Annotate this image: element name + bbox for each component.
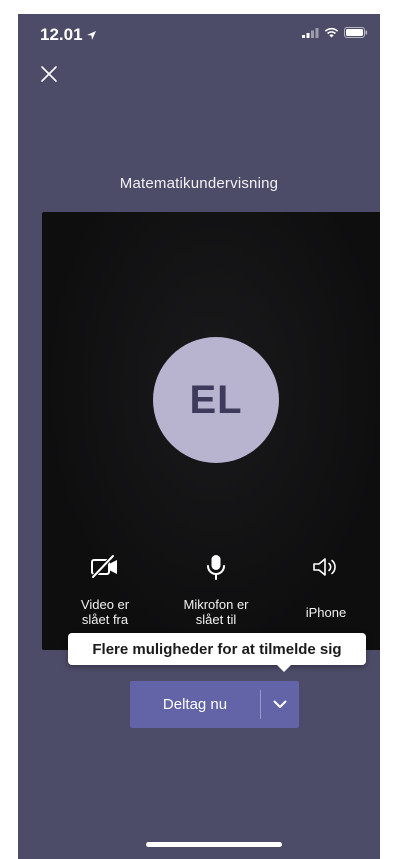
- avatar-initials: EL: [189, 377, 243, 422]
- tooltip-text: Flere muligheder for at tilmelde sig: [92, 640, 342, 658]
- audio-output-label: iPhone: [305, 605, 347, 620]
- signal-icon: [302, 28, 319, 38]
- join-options-dropdown[interactable]: [261, 681, 299, 728]
- home-indicator[interactable]: [146, 842, 282, 847]
- avatar: EL: [153, 337, 279, 463]
- video-toggle-label-1: Video er: [80, 597, 130, 612]
- location-arrow-icon: [86, 30, 96, 40]
- meeting-title: Matematikundervisning: [119, 175, 279, 192]
- status-time: 12.01: [40, 25, 97, 45]
- video-toggle-label-2: slået fra: [81, 612, 129, 627]
- close-button[interactable]: [38, 63, 60, 85]
- video-toggle[interactable]: Video er slået fra: [50, 552, 160, 627]
- join-now-button[interactable]: Deltag nu: [130, 681, 260, 728]
- join-now-label: Deltag nu: [162, 696, 228, 713]
- audio-output-button[interactable]: iPhone: [271, 552, 380, 620]
- close-icon: [41, 66, 57, 82]
- join-button-group: Deltag nu: [130, 681, 299, 728]
- microphone-toggle[interactable]: Mikrofon er slået til: [161, 552, 271, 627]
- tooltip-arrow: [276, 664, 292, 672]
- status-icons: [302, 27, 368, 38]
- microphone-toggle-label-1: Mikrofon er: [183, 597, 249, 612]
- join-options-tooltip: Flere muligheder for at tilmelde sig: [68, 633, 366, 665]
- speaker-icon: [313, 558, 336, 576]
- chevron-down-icon: [273, 700, 287, 708]
- status-time-text: 12.01: [40, 25, 83, 44]
- battery-icon: [344, 27, 368, 38]
- wifi-icon: [324, 27, 339, 38]
- video-preview: EL Video er slået fra Mikrofon er slået …: [42, 212, 380, 650]
- microphone-toggle-label-2: slået til: [195, 612, 237, 627]
- video-off-icon: [91, 554, 117, 579]
- microphone-icon: [207, 555, 225, 580]
- meeting-join-screen: 12.01 Matematikundervisning EL Video er …: [18, 14, 380, 859]
